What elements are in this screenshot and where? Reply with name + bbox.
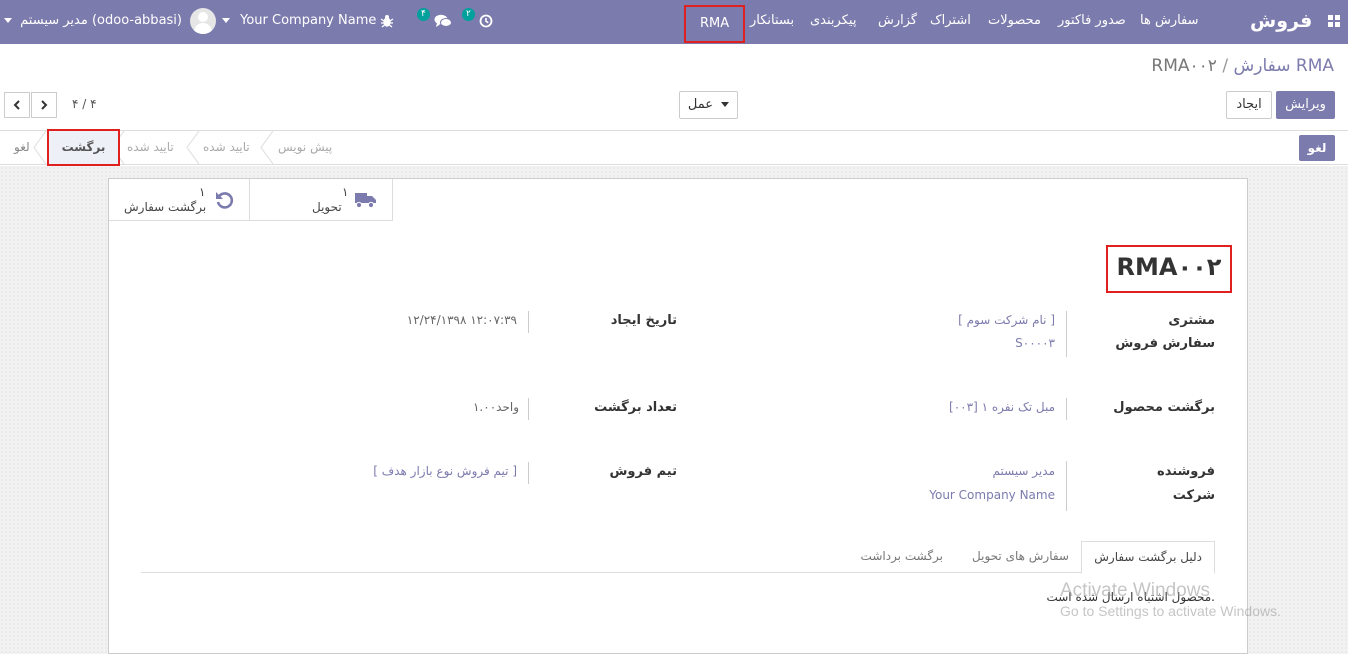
- watermark-subtitle: Go to Settings to activate Windows.: [1060, 603, 1281, 619]
- company-switcher[interactable]: Your Company Name: [222, 0, 376, 44]
- pager-prev-button[interactable]: [4, 92, 30, 118]
- notebook-tabs: دلیل برگشت سفارش سفارش های تحویل برگشت ب…: [141, 541, 1215, 574]
- pager-next-button[interactable]: [31, 92, 57, 118]
- customer-label: مشتری: [1168, 313, 1215, 328]
- delivery-count: ۱: [342, 185, 349, 199]
- return-order-count: ۱: [199, 185, 206, 199]
- windows-activation-watermark: Activate Windows Go to Settings to activ…: [1060, 580, 1281, 619]
- company-field[interactable]: Your Company Name: [929, 488, 1055, 502]
- field-divider: [1066, 311, 1067, 357]
- menu-orders[interactable]: سفارش ها: [1140, 0, 1199, 44]
- menu-configuration[interactable]: پیکربندی: [810, 0, 856, 44]
- sale-order-field[interactable]: S۰۰۰۰۳: [1015, 336, 1055, 350]
- create-button[interactable]: ایجاد: [1226, 91, 1272, 119]
- field-divider: [528, 462, 529, 484]
- tab-return-reason[interactable]: دلیل برگشت سفارش: [1081, 541, 1215, 574]
- bug-icon: [380, 14, 394, 28]
- breadcrumb: RMA۰۰۲ / سفارش RMA: [1151, 56, 1334, 76]
- stage-draft[interactable]: پیش نویس: [278, 131, 332, 164]
- company-label: شرکت: [1172, 488, 1215, 503]
- stage-separator: [186, 131, 200, 164]
- chevron-left-icon: [13, 100, 20, 110]
- tab-delivery-orders[interactable]: سفارش های تحویل: [960, 541, 1081, 573]
- menu-subscriptions[interactable]: اشتراک: [930, 0, 971, 44]
- stage-return[interactable]: برگشت: [47, 129, 120, 166]
- tab-return-picking[interactable]: برگشت برداشت: [849, 541, 955, 573]
- return-qty-field: ۱.۰۰واحد: [472, 400, 519, 414]
- app-brand[interactable]: فروش: [1250, 0, 1312, 44]
- activity-button[interactable]: ۲: [462, 0, 493, 44]
- record-title: RMA۰۰۲: [1106, 245, 1232, 293]
- user-menu[interactable]: مدیر سیستم (odoo-abbasi): [4, 0, 217, 44]
- menu-credit[interactable]: بستانکار: [750, 0, 794, 44]
- truck-icon: [355, 193, 376, 209]
- menu-products[interactable]: محصولات: [988, 0, 1041, 44]
- field-divider: [528, 311, 529, 333]
- breadcrumb-separator: /: [1222, 56, 1229, 76]
- caret-down-icon: [4, 18, 12, 23]
- apps-menu-button[interactable]: [1328, 0, 1340, 44]
- stage-confirmed-2[interactable]: تایید شده: [127, 131, 174, 164]
- caret-down-icon: [721, 102, 730, 107]
- status-bar: لغو پیش نویس تایید شده تایید شده برگشت ل…: [0, 129, 1348, 166]
- company-name: Your Company Name: [240, 13, 377, 28]
- create-date-label: تاریخ ایجاد: [610, 313, 677, 328]
- salesperson-label: فروشنده: [1157, 464, 1215, 479]
- field-divider: [1066, 461, 1067, 511]
- pager-value: ۴ / ۴: [72, 97, 97, 111]
- salesperson-field[interactable]: مدیر سیستم: [993, 464, 1056, 478]
- return-product-label: برگشت محصول: [1113, 400, 1215, 415]
- create-date-field: ۱۲/۲۴/۱۳۹۸ ۱۲:۰۷:۳۹: [406, 313, 517, 327]
- watermark-title: Activate Windows: [1060, 580, 1210, 601]
- breadcrumb-current: RMA۰۰۲: [1151, 56, 1217, 76]
- chevron-right-icon: [41, 100, 48, 110]
- clock-icon: [479, 14, 493, 27]
- delivery-label: تحویل: [312, 200, 342, 214]
- avatar: [190, 7, 217, 34]
- activity-badge: ۲: [462, 8, 475, 21]
- return-order-smart-button[interactable]: ۱ برگشت سفارش: [109, 179, 250, 221]
- return-qty-label: تعداد برگشت: [594, 400, 677, 415]
- sale-order-label: سفارش فروش: [1115, 336, 1215, 351]
- debug-button[interactable]: [380, 0, 394, 44]
- return-product-field[interactable]: [۰۰۳] مبل تک نفره ۱: [949, 400, 1055, 414]
- breadcrumb-parent[interactable]: سفارش RMA: [1233, 56, 1334, 76]
- stage-confirmed-1[interactable]: تایید شده: [203, 131, 250, 164]
- return-order-label: برگشت سفارش: [124, 200, 207, 214]
- cancel-button[interactable]: لغو: [1299, 135, 1335, 161]
- undo-icon: [216, 192, 234, 209]
- action-label: عمل: [687, 97, 713, 112]
- caret-down-icon: [222, 18, 230, 23]
- edit-button[interactable]: ویرایش: [1276, 91, 1335, 119]
- top-navbar: فروش سفارش ها صدور فاکتور محصولات اشتراک…: [0, 0, 1348, 44]
- user-name: مدیر سیستم (odoo-abbasi): [20, 13, 182, 28]
- messages-badge: ۴: [417, 8, 430, 21]
- menu-invoicing[interactable]: صدور فاکتور: [1058, 0, 1126, 44]
- menu-rma[interactable]: RMA: [684, 5, 745, 43]
- messaging-button[interactable]: ۴: [417, 0, 452, 44]
- sales-team-field[interactable]: [ تیم فروش نوع بازار هدف ]: [373, 464, 517, 478]
- stage-cancelled[interactable]: لغو: [14, 140, 30, 154]
- field-divider: [1066, 398, 1067, 420]
- stage-separator: [260, 131, 274, 164]
- customer-field[interactable]: [ نام شرکت سوم ]: [958, 313, 1055, 327]
- field-divider: [528, 398, 529, 420]
- stage-separator: [33, 131, 47, 164]
- sales-team-label: تیم فروش: [609, 464, 677, 479]
- delivery-smart-button[interactable]: ۱ تحویل: [250, 179, 393, 221]
- chat-icon: [434, 14, 452, 27]
- grid-icon: [1328, 14, 1340, 27]
- action-dropdown[interactable]: عمل: [679, 91, 738, 119]
- menu-reporting[interactable]: گزارش: [878, 0, 917, 44]
